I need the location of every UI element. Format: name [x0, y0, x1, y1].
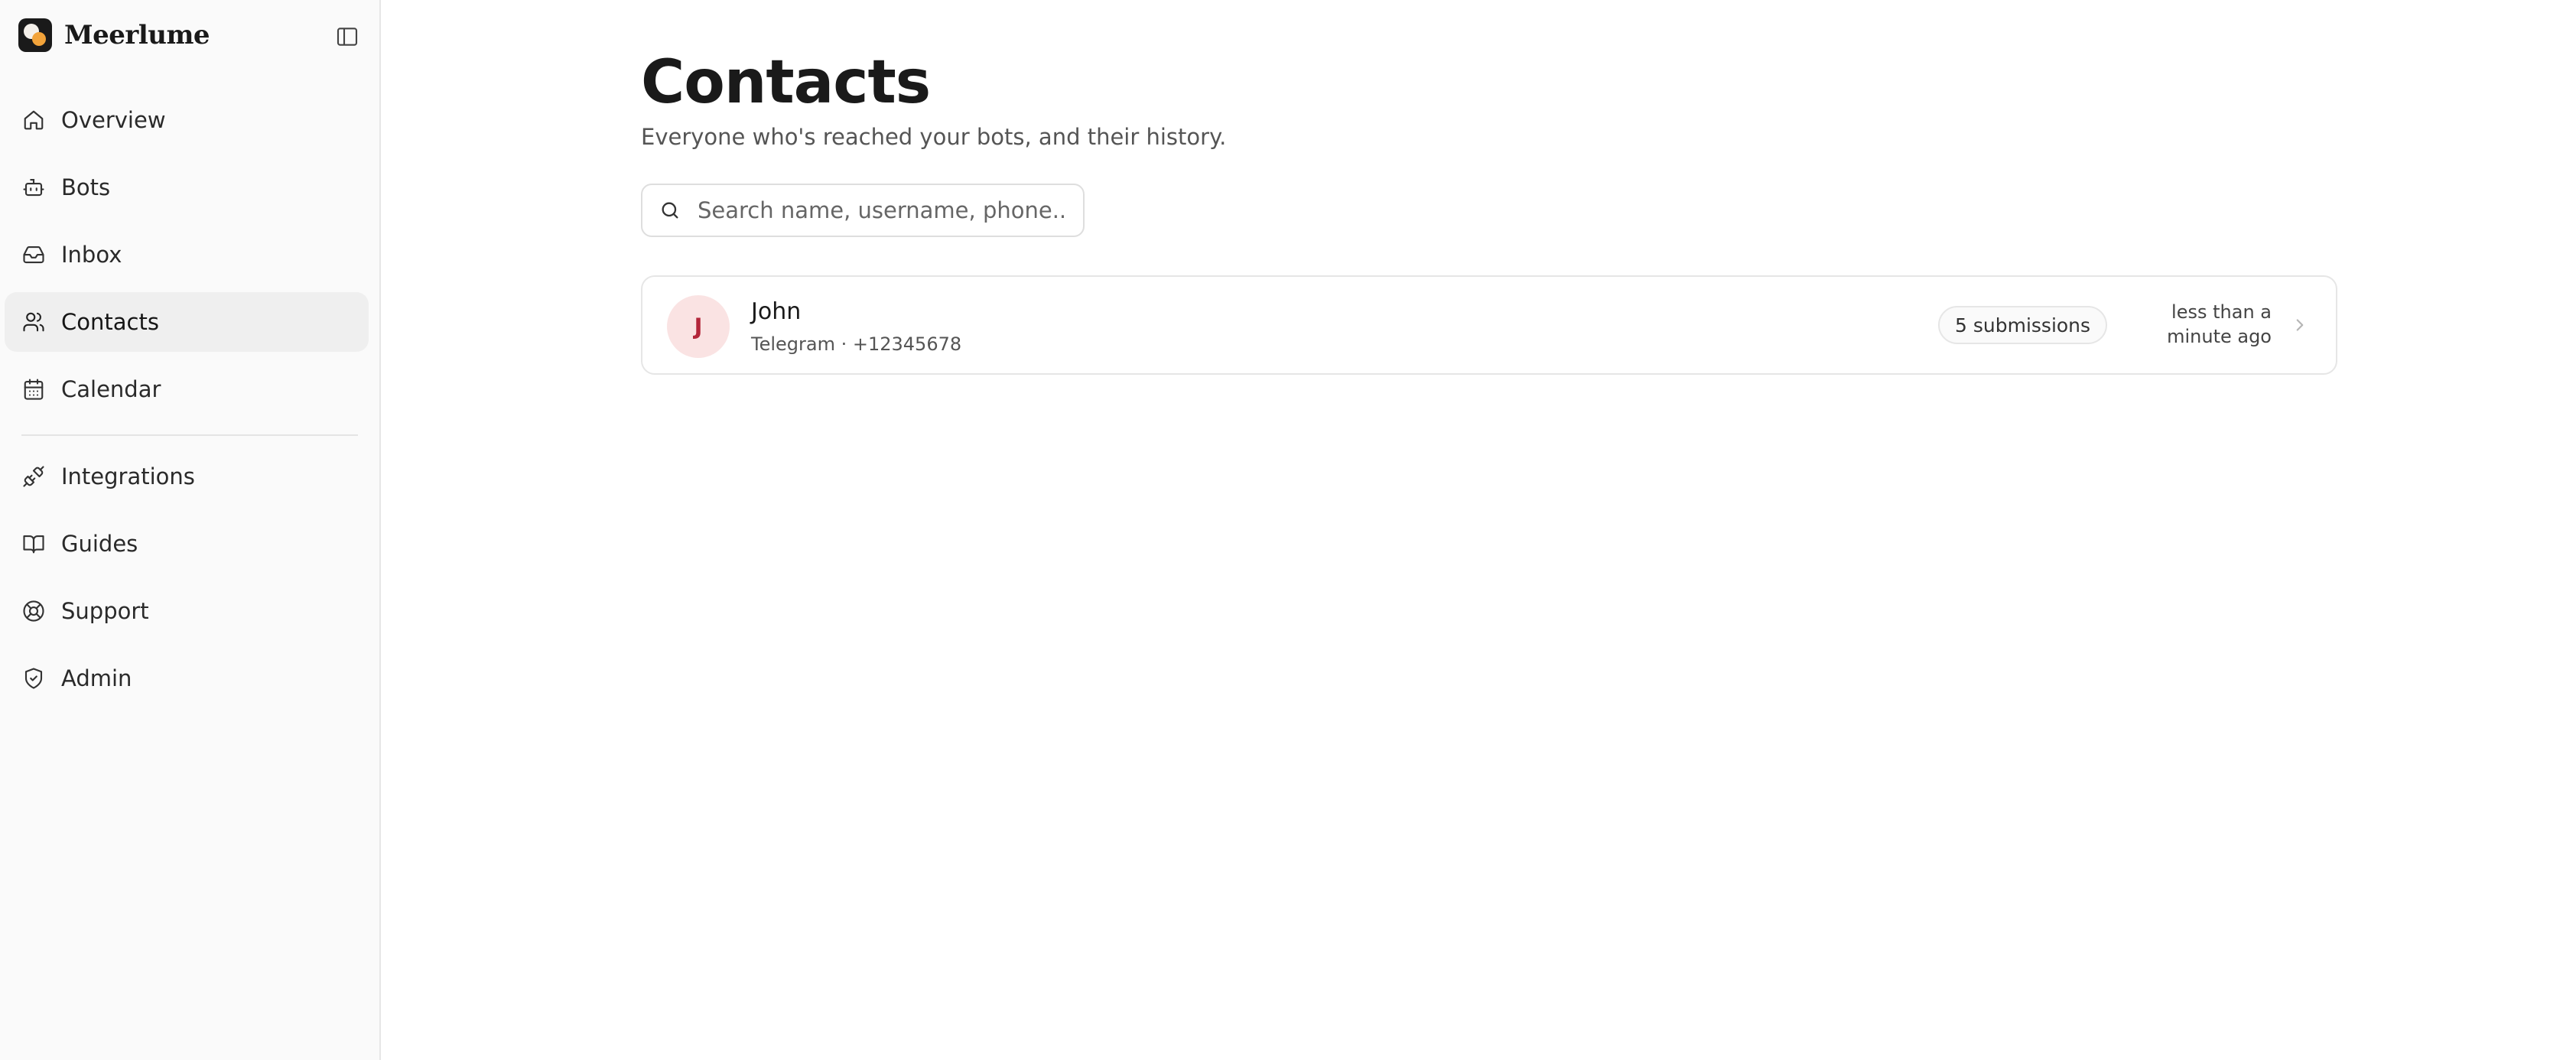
sidebar-item-integrations[interactable]: Integrations — [5, 447, 369, 506]
contact-name: John — [751, 298, 802, 325]
sidebar-item-guides[interactable]: Guides — [5, 514, 369, 574]
sidebar-item-label: Overview — [61, 107, 166, 133]
sidebar-item-contacts[interactable]: Contacts — [5, 292, 369, 352]
sidebar-item-label: Bots — [61, 174, 111, 200]
sidebar-item-support[interactable]: Support — [5, 581, 369, 641]
last-seen-line: minute ago — [2167, 326, 2272, 347]
sidebar-toggle-button[interactable] — [332, 21, 363, 52]
life-buoy-icon — [21, 599, 46, 623]
page-title: Contacts — [641, 48, 931, 117]
sidebar-item-label: Calendar — [61, 376, 161, 402]
sidebar-item-label: Inbox — [61, 242, 122, 268]
brand[interactable]: Meerlume — [18, 18, 210, 52]
submissions-badge: 5 submissions — [1938, 306, 2108, 344]
last-seen: less than a minute ago — [2142, 300, 2272, 349]
sidebar-item-overview[interactable]: Overview — [5, 90, 369, 150]
sidebar-toggle-icon — [337, 28, 358, 46]
contact-meta: Telegram · +12345678 — [751, 333, 962, 355]
contact-row[interactable]: J John Telegram · +12345678 5 submission… — [641, 275, 2337, 375]
sidebar-item-calendar[interactable]: Calendar — [5, 359, 369, 419]
main-content: Contacts Everyone who's reached your bot… — [381, 0, 2576, 1060]
bot-icon — [21, 175, 46, 200]
app-name: Meerlume — [64, 20, 210, 50]
avatar: J — [667, 295, 730, 358]
page-subtitle: Everyone who's reached your bots, and th… — [641, 124, 1227, 150]
app-logo-icon — [18, 18, 52, 52]
sidebar-divider — [21, 434, 358, 436]
sidebar-item-label: Integrations — [61, 463, 195, 489]
last-seen-line: less than a — [2171, 301, 2272, 323]
calendar-icon — [21, 377, 46, 402]
shield-icon — [21, 666, 46, 691]
chevron-right-icon — [2287, 312, 2313, 338]
sidebar-item-label: Contacts — [61, 309, 159, 335]
sidebar-item-label: Support — [61, 598, 149, 624]
home-icon — [21, 108, 46, 132]
plug-icon — [21, 464, 46, 489]
inbox-icon — [21, 242, 46, 267]
search-input[interactable] — [696, 197, 1066, 224]
book-icon — [21, 532, 46, 556]
sidebar-item-label: Guides — [61, 531, 138, 557]
sidebar-item-bots[interactable]: Bots — [5, 158, 369, 217]
sidebar: Meerlume Overview Bots Inbox Contacts Ca… — [0, 0, 381, 1060]
sidebar-item-inbox[interactable]: Inbox — [5, 225, 369, 285]
search-box[interactable] — [641, 184, 1085, 237]
users-icon — [21, 310, 46, 334]
sidebar-item-label: Admin — [61, 665, 132, 691]
search-icon — [658, 198, 682, 223]
sidebar-item-admin[interactable]: Admin — [5, 649, 369, 708]
